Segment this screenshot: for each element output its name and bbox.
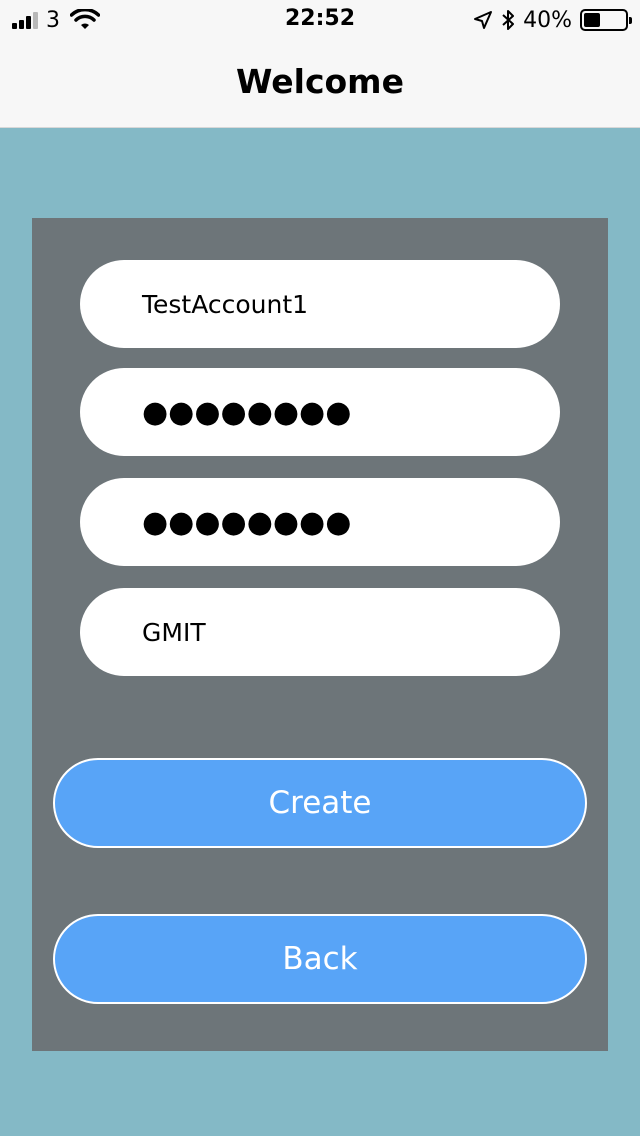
battery-icon bbox=[580, 9, 632, 31]
password-field[interactable]: ●●●●●●●● bbox=[80, 368, 560, 456]
registration-panel: TestAccount1 ●●●●●●●● ●●●●●●●● GMIT Crea… bbox=[32, 218, 608, 1051]
status-right: 40% bbox=[473, 6, 632, 34]
location-arrow-icon bbox=[474, 11, 493, 29]
bluetooth-icon bbox=[502, 10, 515, 30]
institution-field[interactable]: GMIT bbox=[80, 588, 560, 676]
battery-percent: 40% bbox=[523, 7, 572, 33]
navigation-bar: Welcome bbox=[0, 40, 640, 128]
page-title: Welcome bbox=[236, 62, 404, 101]
username-field[interactable]: TestAccount1 bbox=[80, 260, 560, 348]
create-button[interactable]: Create bbox=[53, 758, 587, 848]
confirm-password-field[interactable]: ●●●●●●●● bbox=[80, 478, 560, 566]
back-button[interactable]: Back bbox=[53, 914, 587, 1004]
status-bar: 3 22:52 40% bbox=[0, 0, 640, 40]
